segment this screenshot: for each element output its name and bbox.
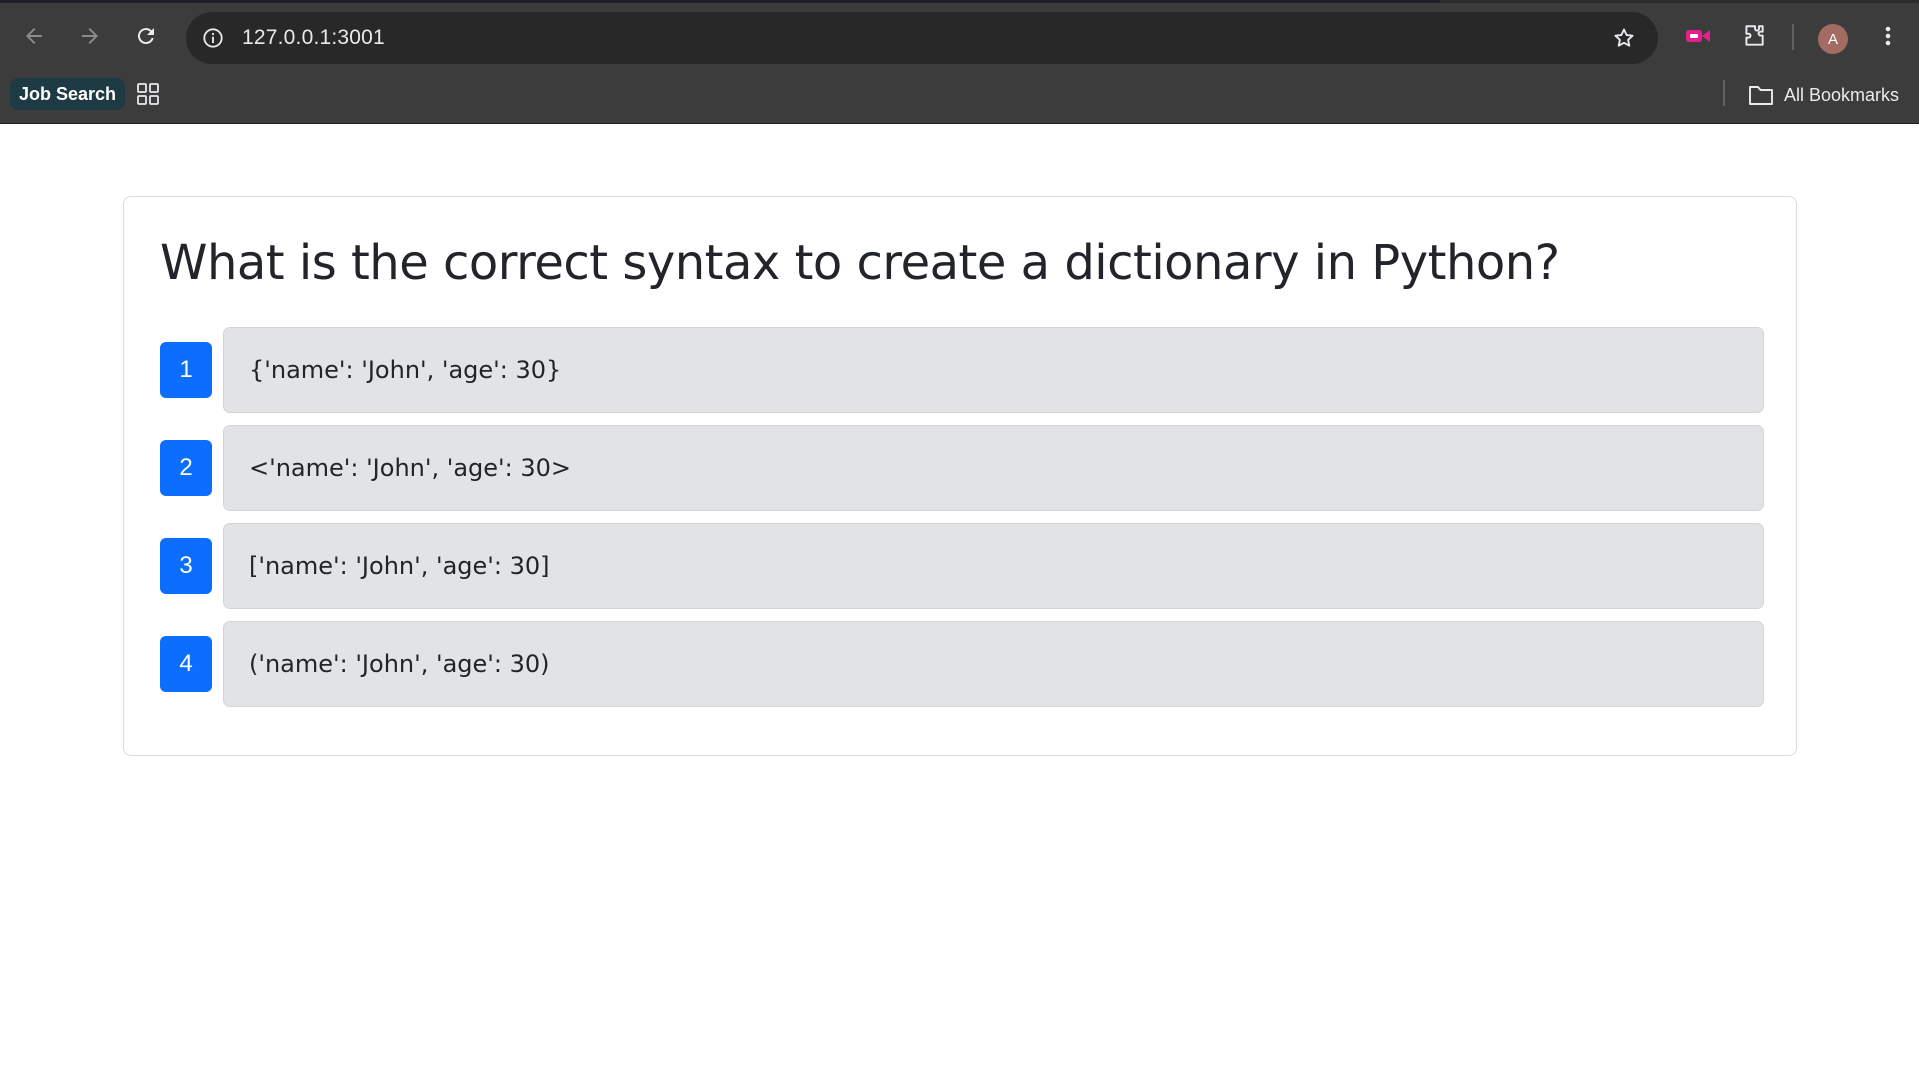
extension-puzzle-icon[interactable] bbox=[1736, 18, 1772, 54]
bookmark-job-search[interactable]: Job Search bbox=[10, 78, 126, 110]
back-icon bbox=[26, 28, 42, 44]
answer-option-3[interactable]: 3 ['name': 'John', 'age': 30] bbox=[160, 523, 1764, 609]
option-answer-button[interactable]: {'name': 'John', 'age': 30} bbox=[223, 327, 1764, 413]
option-answer-button[interactable]: ('name': 'John', 'age': 30) bbox=[223, 621, 1764, 707]
answer-option-4[interactable]: 4 ('name': 'John', 'age': 30) bbox=[160, 621, 1764, 707]
option-number-badge: 2 bbox=[160, 440, 212, 496]
url-text[interactable]: 127.0.0.1:3001 bbox=[242, 26, 385, 50]
reload-button[interactable] bbox=[126, 16, 166, 56]
screen-recorder-extension-icon[interactable] bbox=[1680, 18, 1716, 54]
reload-icon bbox=[137, 28, 154, 45]
bookmarks-bar: Job Search All Bookmarks bbox=[0, 74, 1919, 118]
profile-avatar[interactable]: A bbox=[1818, 24, 1848, 54]
quiz-card: What is the correct syntax to create a d… bbox=[123, 196, 1797, 756]
forward-icon bbox=[82, 28, 98, 44]
forward-button[interactable] bbox=[70, 16, 110, 56]
address-bar[interactable]: 127.0.0.1:3001 bbox=[186, 12, 1658, 64]
option-number-badge: 1 bbox=[160, 342, 212, 398]
back-button[interactable] bbox=[14, 16, 54, 56]
question-title: What is the correct syntax to create a d… bbox=[160, 235, 1560, 291]
folder-icon bbox=[1749, 86, 1773, 105]
browser-chrome: 127.0.0.1:3001 A Job Search All Bookmark… bbox=[0, 0, 1919, 124]
menu-dots-icon[interactable] bbox=[1870, 18, 1906, 54]
bookmarks-separator bbox=[1723, 80, 1725, 106]
bookmark-star-icon[interactable] bbox=[1610, 24, 1638, 52]
site-info-icon[interactable] bbox=[200, 25, 226, 51]
answer-option-2[interactable]: 2 <'name': 'John', 'age': 30> bbox=[160, 425, 1764, 511]
answer-option-1[interactable]: 1 {'name': 'John', 'age': 30} bbox=[160, 327, 1764, 413]
all-bookmarks-label: All Bookmarks bbox=[1783, 84, 1899, 105]
tab-strip bbox=[0, 0, 1919, 3]
toolbar-separator bbox=[1792, 24, 1794, 50]
option-number-badge: 3 bbox=[160, 538, 212, 594]
option-answer-button[interactable]: <'name': 'John', 'age': 30> bbox=[223, 425, 1764, 511]
option-answer-button[interactable]: ['name': 'John', 'age': 30] bbox=[223, 523, 1764, 609]
option-number-badge: 4 bbox=[160, 636, 212, 692]
browser-toolbar: 127.0.0.1:3001 A bbox=[0, 4, 1919, 70]
apps-grid-icon[interactable] bbox=[136, 82, 160, 106]
all-bookmarks-button[interactable]: All Bookmarks bbox=[1748, 80, 1899, 110]
active-tab-indicator bbox=[0, 0, 1440, 3]
